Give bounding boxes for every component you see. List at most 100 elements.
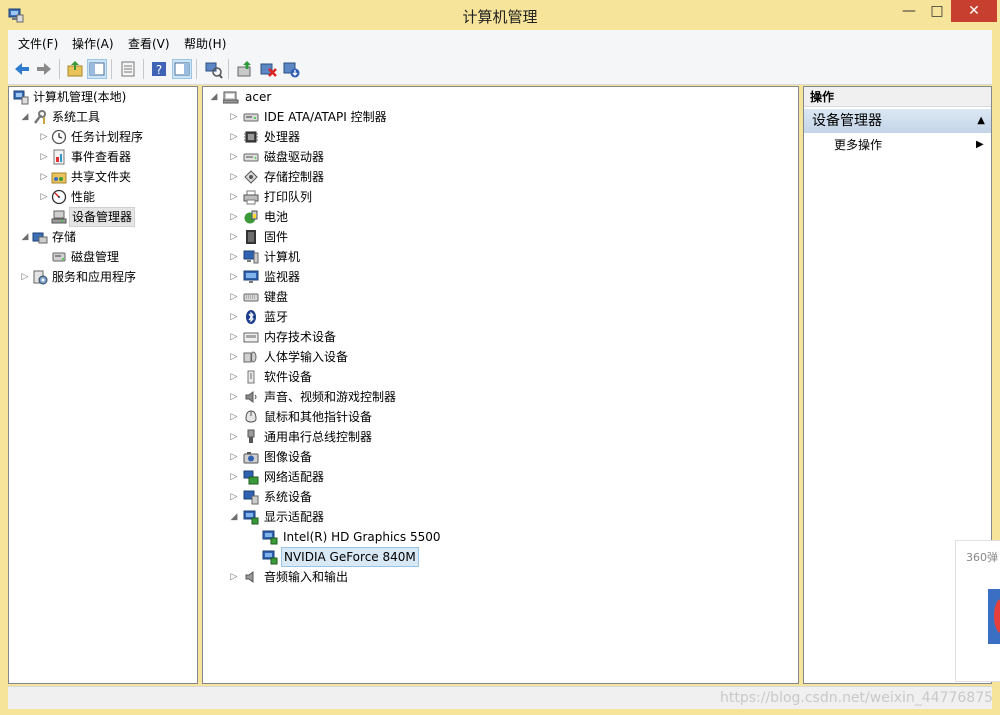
tree-item-label: NVIDIA GeForce 840M: [281, 547, 419, 567]
collapsed-arrow-icon[interactable]: ▷: [229, 407, 239, 427]
collapsed-arrow-icon[interactable]: ▷: [229, 107, 239, 127]
tree-item-label: 软件设备: [264, 370, 313, 384]
collapsed-arrow-icon[interactable]: ▷: [39, 167, 49, 187]
ide-controller-icon: [243, 109, 259, 125]
console-tree-pane[interactable]: 计算机管理(本地) ◢ 系统工具 ▷ 任务计划程序 ▷ 事件查看器 ▷ 共享文件夹 ▷ 性能 设备管理…: [8, 86, 198, 684]
computer-management-window: 计算机管理 — □ ✕ 文件(F) 操作(A) 查看(V) 帮助(H) ? 计算…: [0, 0, 1000, 715]
hid-icon: [243, 349, 259, 365]
show-hide-tree-icon[interactable]: [87, 59, 107, 79]
menu-help[interactable]: 帮助(H): [184, 35, 226, 52]
tree-item-label: 系统设备: [264, 490, 313, 504]
actions-header: 操作: [804, 87, 991, 107]
audio-io-icon: [243, 569, 259, 585]
printer-icon: [243, 189, 259, 205]
collapsed-arrow-icon[interactable]: ▷: [229, 247, 239, 267]
close-button[interactable]: ✕: [951, 0, 997, 22]
system-device-icon: [243, 489, 259, 505]
scan-hardware-icon[interactable]: [203, 59, 223, 79]
collapsed-arrow-icon[interactable]: ▷: [229, 467, 239, 487]
expanded-arrow-icon[interactable]: ◢: [20, 107, 30, 127]
computer-management-icon: [13, 89, 29, 105]
expanded-arrow-icon[interactable]: ◢: [209, 87, 219, 107]
usb-icon: [243, 429, 259, 445]
battery-icon: [243, 209, 259, 225]
svg-text:?: ?: [156, 63, 162, 77]
maximize-button[interactable]: □: [923, 0, 951, 22]
tree-item-label: 打印队列: [264, 190, 313, 204]
toolbar-separator: [59, 59, 60, 79]
shared-folders-icon: [51, 169, 67, 185]
computer-icon: [243, 249, 259, 265]
tree-item-label: 存储: [52, 230, 77, 244]
menu-file[interactable]: 文件(F): [18, 35, 58, 52]
collapsed-arrow-icon[interactable]: ▷: [229, 487, 239, 507]
update-driver-icon[interactable]: [235, 59, 255, 79]
tree-item-label: 磁盘管理: [71, 250, 120, 264]
collapsed-arrow-icon[interactable]: ▷: [229, 127, 239, 147]
collapsed-arrow-icon[interactable]: ▷: [229, 207, 239, 227]
collapsed-arrow-icon[interactable]: ▷: [229, 367, 239, 387]
collapsed-arrow-icon[interactable]: ▷: [39, 147, 49, 167]
toolbar-separator: [196, 59, 197, 79]
task-scheduler-icon: [51, 129, 67, 145]
collapsed-arrow-icon[interactable]: ▷: [229, 227, 239, 247]
collapsed-arrow-icon[interactable]: ▷: [229, 287, 239, 307]
tree-item-label: 蓝牙: [264, 310, 289, 324]
collapsed-arrow-icon[interactable]: ▷: [229, 427, 239, 447]
collapsed-arrow-icon[interactable]: ▷: [229, 187, 239, 207]
device-tree-pane[interactable]: ◢ acer ▷ IDE ATA/ATAPI 控制器 ▷ 处理器 ▷ 磁盘驱动器 ▷ 存储控制器 ▷…: [202, 86, 799, 684]
up-folder-icon[interactable]: [65, 59, 85, 79]
sound-icon: [243, 389, 259, 405]
forward-icon[interactable]: [34, 59, 54, 79]
disable-device-icon[interactable]: [258, 59, 278, 79]
display-adapter-icon: [262, 529, 278, 545]
event-viewer-icon: [51, 149, 67, 165]
actions-group-device-manager[interactable]: 设备管理器 ▲: [804, 109, 991, 133]
tree-item-label: Intel(R) HD Graphics 5500: [283, 530, 441, 544]
collapsed-arrow-icon[interactable]: ▷: [229, 327, 239, 347]
acer-icon: [223, 89, 239, 105]
collapsed-arrow-icon[interactable]: ▷: [229, 447, 239, 467]
minimize-button[interactable]: —: [895, 0, 923, 22]
collapsed-arrow-icon[interactable]: ▷: [229, 167, 239, 187]
tree-item-label: 音频输入和输出: [264, 570, 349, 584]
tree-item-label: 存储控制器: [264, 170, 325, 184]
tree-item-label: acer: [245, 90, 272, 104]
monitor-icon: [243, 269, 259, 285]
back-icon[interactable]: [12, 59, 32, 79]
menu-view[interactable]: 查看(V): [128, 35, 170, 52]
collapsed-arrow-icon[interactable]: ▷: [229, 567, 239, 587]
show-hide-action-pane-icon[interactable]: [172, 59, 192, 79]
collapsed-arrow-icon[interactable]: ▷: [20, 267, 30, 287]
tree-item-label: 显示适配器: [264, 510, 325, 524]
properties-icon[interactable]: [118, 59, 138, 79]
collapsed-arrow-icon[interactable]: ▷: [229, 147, 239, 167]
more-actions-item[interactable]: 更多操作: [834, 136, 882, 154]
collapsed-arrow-icon[interactable]: ▷: [229, 347, 239, 367]
menu-bar: 文件(F) 操作(A) 查看(V) 帮助(H): [8, 30, 992, 55]
watermark: https://blog.csdn.net/weixin_44776875: [720, 690, 994, 706]
submenu-arrow-icon[interactable]: ▶: [976, 136, 984, 154]
uninstall-device-icon[interactable]: [281, 59, 301, 79]
tree-item-label: 系统工具: [52, 110, 101, 124]
tree-item-label: 性能: [71, 190, 96, 204]
collapsed-arrow-icon[interactable]: ▷: [39, 127, 49, 147]
popup-notification[interactable]: 360弹: [955, 540, 1000, 682]
collapsed-arrow-icon[interactable]: ▷: [229, 387, 239, 407]
services-applications-icon: [32, 269, 48, 285]
expanded-arrow-icon[interactable]: ◢: [20, 227, 30, 247]
network-adapter-icon: [243, 469, 259, 485]
tree-item-label: 计算机: [264, 250, 301, 264]
collapse-arrow-icon[interactable]: ▲: [977, 109, 985, 133]
tree-item-label: 电池: [264, 210, 289, 224]
popup-text: 360弹: [966, 551, 998, 564]
tree-item-label: 共享文件夹: [71, 170, 132, 184]
toolbar: ?: [8, 54, 992, 85]
collapsed-arrow-icon[interactable]: ▷: [39, 187, 49, 207]
menu-action[interactable]: 操作(A): [72, 35, 114, 52]
help-icon[interactable]: ?: [149, 59, 169, 79]
expanded-arrow-icon[interactable]: ◢: [229, 507, 239, 527]
tree-item-label: 任务计划程序: [71, 130, 144, 144]
collapsed-arrow-icon[interactable]: ▷: [229, 267, 239, 287]
collapsed-arrow-icon[interactable]: ▷: [229, 307, 239, 327]
